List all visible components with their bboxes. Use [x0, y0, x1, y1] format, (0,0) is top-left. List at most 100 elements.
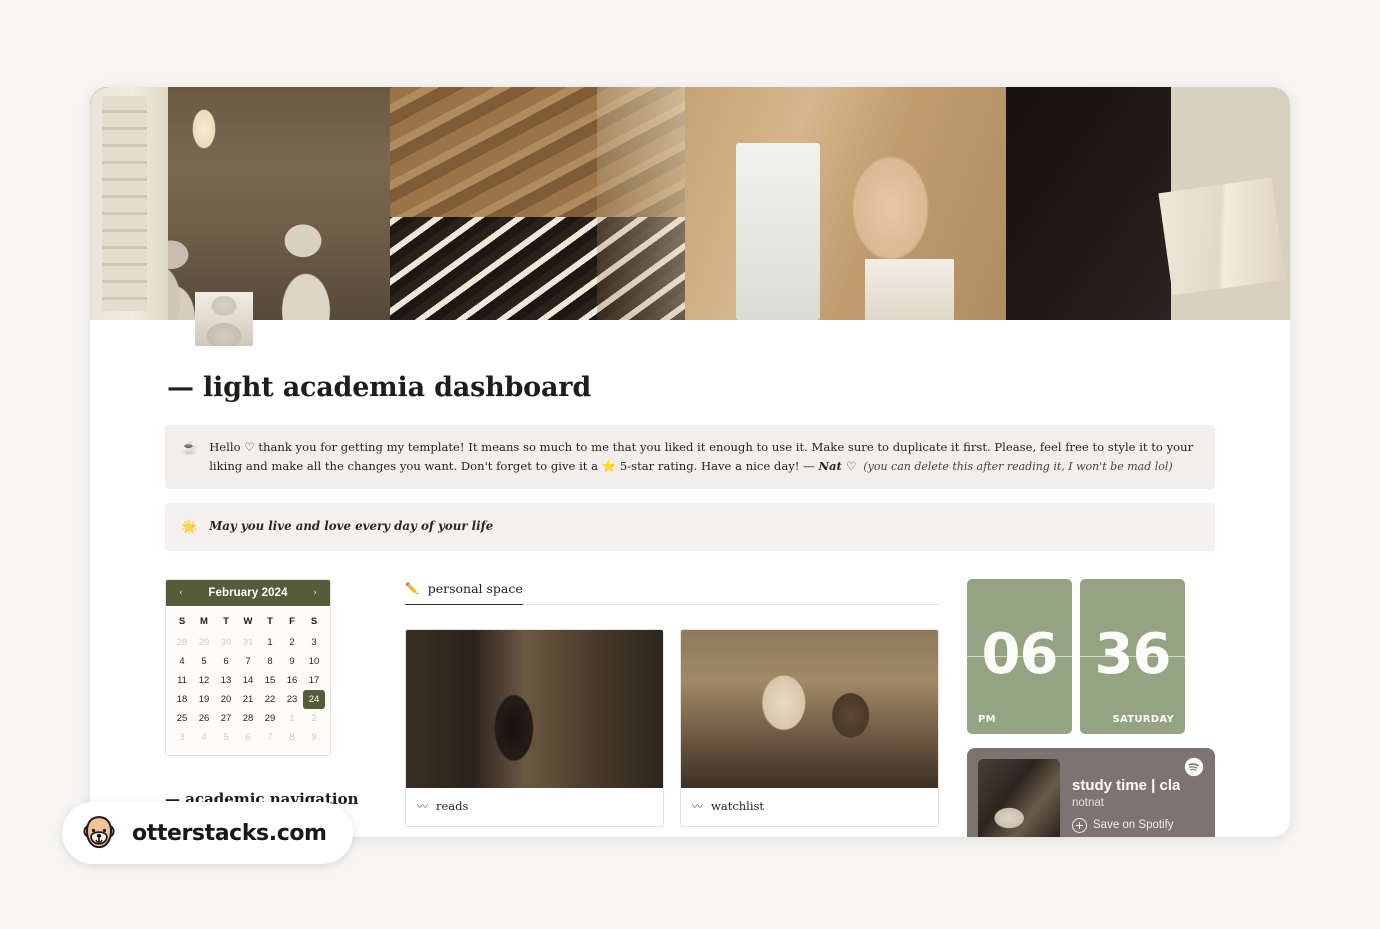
- middle-column: ✏️ personal space 〰 reads 〰 watchlist: [367, 579, 967, 837]
- calendar-day[interactable]: 2: [303, 709, 325, 728]
- otter-icon: [83, 816, 115, 849]
- calendar-day[interactable]: 12: [193, 671, 215, 690]
- page-body: — light academia dashboard ☕ Hello ♡ tha…: [90, 372, 1290, 837]
- calendar-day[interactable]: 10: [303, 652, 325, 671]
- calendar-day[interactable]: 4: [171, 652, 193, 671]
- wave-icon: 〰: [692, 799, 703, 813]
- calendar-day[interactable]: 17: [303, 671, 325, 690]
- calendar-header: ‹ February 2024 ›: [166, 579, 330, 606]
- spotify-playlist-title: study time | cla: [1072, 776, 1181, 794]
- widget-columns: ‹ February 2024 › S M T W T F S 28 29 30 31 1 2 3 4 5 6 7…: [165, 578, 1215, 837]
- clock-weekday: SATURDAY: [1112, 713, 1174, 725]
- screenshot-stage: — light academia dashboard ☕ Hello ♡ tha…: [0, 0, 1380, 929]
- calendar-day[interactable]: 9: [281, 652, 303, 671]
- wave-icon: 〰: [417, 799, 428, 813]
- calendar-day[interactable]: 22: [259, 690, 281, 709]
- calendar-day[interactable]: 11: [171, 671, 193, 690]
- calendar-weekday-header: F: [289, 615, 295, 627]
- calendar-day[interactable]: 6: [237, 728, 259, 747]
- calendar-day[interactable]: 23: [281, 690, 303, 709]
- calendar-day[interactable]: 25: [171, 709, 193, 728]
- calendar-day[interactable]: 29: [259, 709, 281, 728]
- calendar-day[interactable]: 1: [281, 709, 303, 728]
- welcome-callout: ☕ Hello ♡ thank you for getting my templ…: [165, 425, 1215, 489]
- calendar-day[interactable]: 9: [303, 728, 325, 747]
- page-cover-banner: [90, 87, 1290, 320]
- tab-personal-space[interactable]: ✏️ personal space: [405, 581, 523, 605]
- calendar-widget: ‹ February 2024 › S M T W T F S 28 29 30 31 1 2 3 4 5 6 7…: [165, 578, 331, 756]
- calendar-day[interactable]: 3: [171, 728, 193, 747]
- clock-hours-card: 06 PM: [967, 578, 1072, 734]
- calendar-day[interactable]: 8: [281, 728, 303, 747]
- media-card-grid: 〰 reads 〰 watchlist: [405, 628, 939, 837]
- calendar-day[interactable]: 29: [193, 633, 215, 652]
- clock-minutes-card: 36 SATURDAY: [1080, 578, 1185, 734]
- spotify-widget[interactable]: study time | cla notnat Save on Spotify: [967, 747, 1215, 837]
- star-icon: 🌟: [181, 518, 198, 534]
- welcome-signature: Nat ♡: [818, 458, 857, 473]
- calendar-day[interactable]: 21: [237, 690, 259, 709]
- bust-statue-icon[interactable]: [195, 292, 253, 346]
- clock-meridiem: PM: [978, 713, 996, 725]
- calendar-weekday-header: M: [200, 615, 208, 627]
- welcome-note: (you can delete this after reading it, I…: [863, 459, 1173, 473]
- calendar-weekday-header: S: [178, 615, 186, 627]
- calendar-day[interactable]: 2: [281, 633, 303, 652]
- calendar-day[interactable]: 3: [303, 633, 325, 652]
- calendar-grid: S M T W T F S 28 29 30 31 1 2 3 4 5 6 7 8 9 10 11 12 13 14 15 16 17…: [166, 606, 330, 755]
- media-thumbnail: [681, 629, 938, 788]
- calendar-day[interactable]: 5: [193, 652, 215, 671]
- calendar-day-today[interactable]: 24: [303, 689, 325, 709]
- media-caption: 〰 reads: [406, 788, 663, 826]
- media-card-label: watchlist: [711, 798, 765, 813]
- welcome-callout-text: Hello ♡ thank you for getting my templat…: [209, 438, 1199, 476]
- spotify-icon: [1184, 757, 1204, 776]
- plus-circle-icon: [1072, 817, 1087, 833]
- quote-callout-text: May you live and love every day of your …: [209, 518, 494, 533]
- banner-panel-coat: [685, 87, 1006, 320]
- spotify-save-button[interactable]: Save on Spotify: [1072, 817, 1180, 833]
- calendar-day[interactable]: 28: [237, 709, 259, 728]
- calendar-weekday-header: T: [267, 615, 273, 627]
- calendar-day[interactable]: 20: [215, 690, 237, 709]
- calendar-day[interactable]: 19: [193, 690, 215, 709]
- media-card-watchlist[interactable]: 〰 watchlist: [680, 628, 939, 827]
- calendar-day[interactable]: 4: [193, 728, 215, 747]
- page-title: — light academia dashboard: [167, 372, 591, 403]
- calendar-weekday-header: S: [310, 615, 318, 627]
- calendar-day[interactable]: 28: [171, 633, 193, 652]
- calendar-day[interactable]: 30: [215, 633, 237, 652]
- calendar-day[interactable]: 31: [237, 633, 259, 652]
- calendar-day[interactable]: 27: [215, 709, 237, 728]
- banner-panel-reader: [1005, 87, 1290, 320]
- left-column: ‹ February 2024 › S M T W T F S 28 29 30 31 1 2 3 4 5 6 7…: [165, 578, 367, 808]
- calendar-prev-button[interactable]: ‹: [175, 587, 187, 598]
- calendar-next-button[interactable]: ›: [309, 587, 321, 598]
- calendar-month-title: February 2024: [208, 586, 288, 599]
- calendar-day[interactable]: 5: [215, 728, 237, 747]
- calendar-weekday-header: W: [243, 615, 253, 627]
- calendar-day[interactable]: 15: [259, 671, 281, 690]
- calendar-day[interactable]: 8: [259, 652, 281, 671]
- media-caption: 〰 watchlist: [681, 788, 938, 826]
- app-window: — light academia dashboard ☕ Hello ♡ tha…: [90, 87, 1290, 837]
- watermark-text: otterstacks.com: [132, 820, 327, 846]
- pencil-icon: ✏️: [405, 582, 419, 595]
- calendar-day[interactable]: 1: [259, 633, 281, 652]
- otterstacks-watermark[interactable]: otterstacks.com: [62, 802, 353, 864]
- spotify-album-art: [978, 758, 1060, 837]
- calendar-day[interactable]: 26: [193, 709, 215, 728]
- calendar-day[interactable]: 16: [281, 671, 303, 690]
- media-card-label: reads: [436, 798, 469, 813]
- calendar-day[interactable]: 7: [259, 728, 281, 747]
- spotify-save-label: Save on Spotify: [1093, 819, 1174, 832]
- calendar-weekday-header: T: [223, 615, 229, 627]
- calendar-day[interactable]: 18: [171, 690, 193, 709]
- calendar-day[interactable]: 6: [215, 652, 237, 671]
- media-card-reads[interactable]: 〰 reads: [405, 628, 664, 827]
- right-column: 06 PM 36 SATURDAY study time | cla notna…: [967, 578, 1215, 837]
- quote-callout: 🌟 May you live and love every day of you…: [165, 502, 1215, 551]
- calendar-day[interactable]: 14: [237, 671, 259, 690]
- calendar-day[interactable]: 13: [215, 671, 237, 690]
- calendar-day[interactable]: 7: [237, 652, 259, 671]
